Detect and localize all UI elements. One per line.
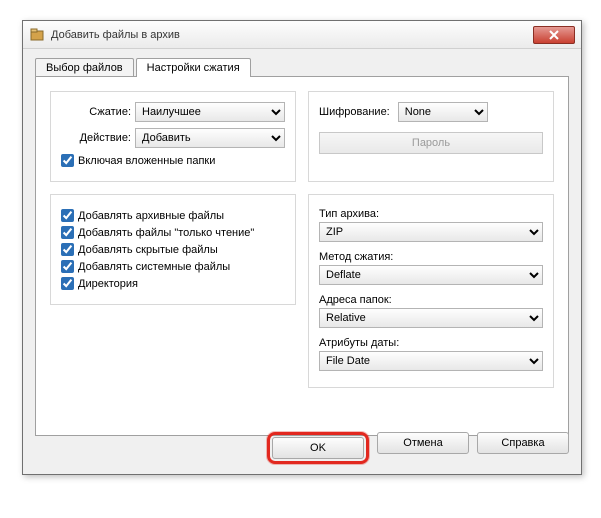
label-add-archive: Добавлять архивные файлы	[78, 210, 224, 222]
dialog-footer: OK Отмена Справка	[267, 432, 569, 464]
label-archive-type: Тип архива:	[319, 208, 543, 220]
label-compression: Сжатие:	[61, 106, 131, 118]
select-archive-type[interactable]: ZIP	[319, 222, 543, 242]
label-add-hidden: Добавлять скрытые файлы	[78, 244, 218, 256]
label-folder: Адреса папок:	[319, 294, 543, 306]
checkbox-add-archive[interactable]	[61, 209, 74, 222]
cancel-button[interactable]: Отмена	[377, 432, 469, 454]
dialog-content: Выбор файлов Настройки сжатия Сжатие: На…	[23, 49, 581, 444]
dialog-window: Добавить файлы в архив Выбор файлов Наст…	[22, 20, 582, 475]
archive-settings-group: Тип архива: ZIP Метод сжатия: Deflate Ад…	[308, 194, 554, 388]
select-folder[interactable]: Relative	[319, 308, 543, 328]
label-action: Действие:	[61, 132, 131, 144]
ok-button[interactable]: OK	[272, 437, 364, 459]
checkbox-recurse[interactable]	[61, 154, 74, 167]
select-action[interactable]: Добавить	[135, 128, 285, 148]
tab-panel: Сжатие: Наилучшее Действие: Добавить Вк	[35, 76, 569, 436]
tab-file-selection[interactable]: Выбор файлов	[35, 58, 134, 77]
encryption-group: Шифрование: None Пароль	[308, 91, 554, 182]
app-icon	[29, 27, 45, 43]
tab-strip: Выбор файлов Настройки сжатия	[35, 58, 569, 77]
compression-group: Сжатие: Наилучшее Действие: Добавить Вк	[50, 91, 296, 182]
checkbox-add-readonly[interactable]	[61, 226, 74, 239]
label-add-system: Добавлять системные файлы	[78, 261, 230, 273]
window-title: Добавить файлы в архив	[51, 29, 180, 41]
ok-highlight: OK	[267, 432, 369, 464]
select-method[interactable]: Deflate	[319, 265, 543, 285]
checkbox-directory[interactable]	[61, 277, 74, 290]
label-recurse: Включая вложенные папки	[78, 155, 215, 167]
select-compression[interactable]: Наилучшее	[135, 102, 285, 122]
tab-compression-settings[interactable]: Настройки сжатия	[136, 58, 251, 77]
label-method: Метод сжатия:	[319, 251, 543, 263]
checkbox-add-system[interactable]	[61, 260, 74, 273]
titlebar: Добавить файлы в архив	[23, 21, 581, 49]
select-date[interactable]: File Date	[319, 351, 543, 371]
add-flags-group: Добавлять архивные файлы Добавлять файлы…	[50, 194, 296, 305]
help-button[interactable]: Справка	[477, 432, 569, 454]
label-add-readonly: Добавлять файлы "только чтение"	[78, 227, 254, 239]
label-encryption: Шифрование:	[319, 106, 390, 118]
label-directory: Директория	[78, 278, 138, 290]
close-button[interactable]	[533, 26, 575, 44]
checkbox-add-hidden[interactable]	[61, 243, 74, 256]
select-encryption[interactable]: None	[398, 102, 488, 122]
password-button: Пароль	[319, 132, 543, 154]
label-date: Атрибуты даты:	[319, 337, 543, 349]
